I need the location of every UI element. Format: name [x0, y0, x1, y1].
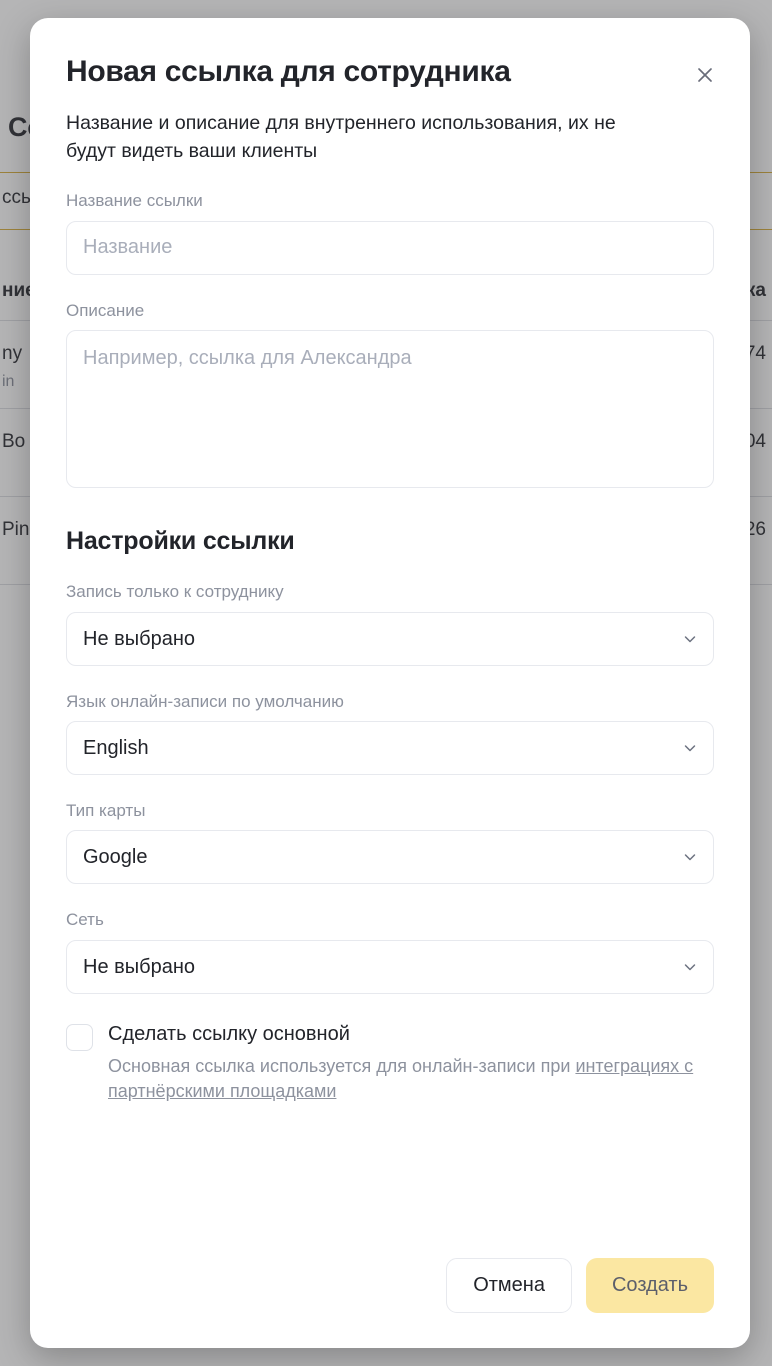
- network-field-group: Сеть Не выбрано: [66, 910, 714, 994]
- employee-only-field-group: Запись только к сотруднику Не выбрано: [66, 582, 714, 666]
- modal-footer: Отмена Создать: [446, 1258, 714, 1313]
- modal-subtitle: Название и описание для внутреннего испо…: [66, 112, 616, 162]
- cancel-button[interactable]: Отмена: [446, 1258, 572, 1313]
- network-select-value: Не выбрано: [83, 955, 195, 978]
- network-label: Сеть: [66, 910, 104, 930]
- close-icon: [695, 65, 715, 85]
- map-type-select-value: Google: [83, 846, 148, 869]
- map-type-label: Тип карты: [66, 800, 146, 820]
- map-type-select[interactable]: Google: [66, 830, 714, 885]
- close-button[interactable]: [690, 60, 720, 90]
- employee-only-select[interactable]: Не выбрано: [66, 611, 714, 666]
- settings-section-heading: Настройки ссылки: [66, 527, 295, 556]
- make-main-link-hint-text: Основная ссылка используется для онлайн-…: [108, 1055, 576, 1076]
- link-name-field-group: Название ссылки: [66, 191, 714, 275]
- make-main-link-checkbox[interactable]: [66, 1023, 93, 1051]
- link-name-label: Название ссылки: [66, 191, 203, 211]
- default-language-label: Язык онлайн-записи по умолчанию: [66, 691, 344, 711]
- default-language-field-group: Язык онлайн-записи по умолчанию English: [66, 692, 714, 775]
- link-description-field-group: Описание: [66, 301, 714, 493]
- create-button[interactable]: Создать: [585, 1258, 714, 1313]
- new-employee-link-modal: Новая ссылка для сотрудника Название и о…: [30, 18, 750, 1348]
- make-main-link-hint: Основная ссылка используется для онлайн-…: [108, 1054, 708, 1104]
- default-language-select-value: English: [83, 736, 149, 759]
- employee-only-select-value: Не выбрано: [83, 627, 195, 650]
- link-description-textarea[interactable]: [66, 330, 714, 489]
- link-name-input[interactable]: [66, 220, 714, 275]
- employee-only-label: Запись только к сотруднику: [66, 582, 284, 602]
- modal-header: Новая ссылка для сотрудника Название и о…: [66, 54, 714, 165]
- link-description-label: Описание: [66, 300, 145, 320]
- default-language-select[interactable]: English: [66, 720, 714, 775]
- modal-title: Новая ссылка для сотрудника: [66, 55, 511, 88]
- make-main-link-label: Сделать ссылку основной: [108, 1022, 350, 1045]
- map-type-field-group: Тип карты Google: [66, 800, 714, 885]
- make-main-link-group: Сделать ссылку основной Основная ссылка …: [66, 1022, 714, 1104]
- network-select[interactable]: Не выбрано: [66, 939, 714, 994]
